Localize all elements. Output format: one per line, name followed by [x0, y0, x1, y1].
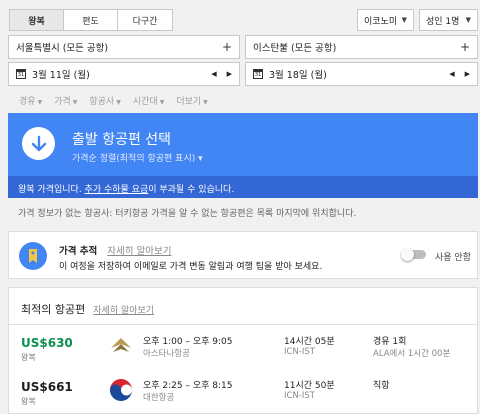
flight-trip-kind: 왕복: [21, 353, 36, 362]
korean-air-logo-icon: [109, 378, 133, 402]
price-tracking-card: 가격 추적 자세히 알아보기 이 여정을 저장하여 이메일로 가격 변동 알림과 …: [8, 231, 478, 279]
passengers-value: 성인 1명: [426, 16, 460, 27]
baggage-fee-link[interactable]: 추가 수하물 요금: [85, 185, 149, 195]
flight-times: 오후 1:00 – 오후 9:05: [143, 337, 233, 347]
departure-title: 출발 항공편 선택: [72, 132, 172, 148]
destination-field[interactable]: 이스탄불 (모든 공항) +: [245, 35, 478, 59]
filter-stops[interactable]: 경유 ▼: [19, 94, 42, 107]
tracking-title: 가격 추적: [59, 246, 98, 257]
add-origin-icon[interactable]: +: [222, 40, 232, 54]
return-date-field[interactable]: 31 3월 18일 (월) ◀ ▶: [245, 62, 478, 86]
filter-airline[interactable]: 항공사 ▼: [89, 94, 120, 107]
tracking-toggle[interactable]: [401, 248, 427, 261]
origin-field[interactable]: 서울특별시 (모든 공항) +: [8, 35, 240, 59]
best-flights-title: 최적의 항공편: [21, 303, 86, 316]
tracking-toggle-label: 사용 안함: [435, 253, 471, 263]
flight-stops: 직항: [373, 381, 390, 391]
price-tag-icon: [19, 242, 47, 270]
origin-value: 서울특별시 (모든 공항): [16, 43, 109, 54]
prev-date-icon[interactable]: ◀: [211, 70, 216, 78]
passengers-dropdown[interactable]: 성인 1명 ▼: [419, 9, 478, 31]
next-date-icon[interactable]: ▶: [227, 70, 232, 78]
flight-row[interactable]: US$630 왕복 오후 1:00 – 오후 9:05 아스타나항공 14시간 …: [9, 328, 477, 368]
best-flights-learn-more-link[interactable]: 자세히 알아보기: [93, 306, 154, 316]
missing-price-info: 가격 정보가 없는 항공사: 터키항공 가격을 알 수 없는 항공편은 목록 마…: [18, 209, 357, 219]
flight-duration: 14시간 05분: [284, 337, 335, 347]
chevron-down-icon: ▼: [465, 16, 471, 24]
flight-duration: 11시간 50분: [284, 381, 335, 391]
depart-date-value: 3월 11일 (월): [32, 70, 90, 81]
prev-date-icon[interactable]: ◀: [449, 70, 454, 78]
trip-type-selector: 왕복 편도 다구간: [9, 9, 173, 31]
departure-header: 출발 항공편 선택 가격순 정렬(최적의 항공편 표시) ▾: [8, 113, 478, 176]
trip-type-multicity[interactable]: 다구간: [118, 10, 172, 30]
filter-price[interactable]: 가격 ▼: [54, 94, 77, 107]
price-notice: 왕복 가격입니다. 추가 수하물 요금이 부과될 수 있습니다.: [8, 176, 478, 198]
flight-times: 오후 2:25 – 오후 8:15: [143, 381, 233, 391]
cabin-class-value: 이코노미: [364, 16, 398, 27]
air-astana-logo-icon: [109, 334, 133, 358]
calendar-icon: 31: [253, 69, 263, 79]
flight-price: US$630: [21, 336, 73, 350]
flight-route: ICN-IST: [284, 391, 315, 401]
flight-stop-detail: ALA에서 1시간 00분: [373, 349, 451, 359]
next-date-icon[interactable]: ▶: [465, 70, 470, 78]
tracking-description: 이 여정을 저장하여 이메일로 가격 변동 알림과 여행 팁을 받아 보세요.: [59, 262, 323, 272]
depart-date-field[interactable]: 31 3월 11일 (월) ◀ ▶: [8, 62, 240, 86]
trip-type-roundtrip[interactable]: 왕복: [10, 10, 64, 30]
add-destination-icon[interactable]: +: [460, 40, 470, 54]
tracking-learn-more-link[interactable]: 자세히 알아보기: [107, 246, 171, 257]
trip-type-oneway[interactable]: 편도: [64, 10, 118, 30]
flight-trip-kind: 왕복: [21, 397, 36, 406]
return-date-value: 3월 18일 (월): [269, 70, 327, 81]
flight-row[interactable]: US$661 왕복 오후 2:25 – 오후 8:15 대한항공 11시간 50…: [9, 372, 477, 412]
flight-route: ICN-IST: [284, 347, 315, 357]
filter-more[interactable]: 더보기 ▼: [176, 94, 207, 107]
flight-airline: 대한항공: [143, 393, 175, 403]
calendar-icon: 31: [16, 69, 26, 79]
flight-airline: 아스타나항공: [143, 349, 190, 359]
down-arrow-icon: [22, 127, 55, 160]
flight-stops: 경유 1회: [373, 337, 407, 347]
sort-dropdown[interactable]: 가격순 정렬(최적의 항공편 표시) ▾: [72, 151, 203, 164]
best-flights-card: 최적의 항공편 자세히 알아보기 US$630 왕복 오후 1:00 – 오후 9…: [8, 287, 478, 414]
cabin-class-dropdown[interactable]: 이코노미 ▼: [357, 9, 414, 31]
chevron-down-icon: ▼: [401, 16, 407, 24]
filter-times[interactable]: 시간대 ▼: [133, 94, 164, 107]
filter-bar: 경유 ▼ 가격 ▼ 항공사 ▼ 시간대 ▼ 더보기 ▼: [19, 94, 208, 107]
destination-value: 이스탄불 (모든 공항): [253, 43, 337, 54]
flight-price: US$661: [21, 380, 73, 394]
